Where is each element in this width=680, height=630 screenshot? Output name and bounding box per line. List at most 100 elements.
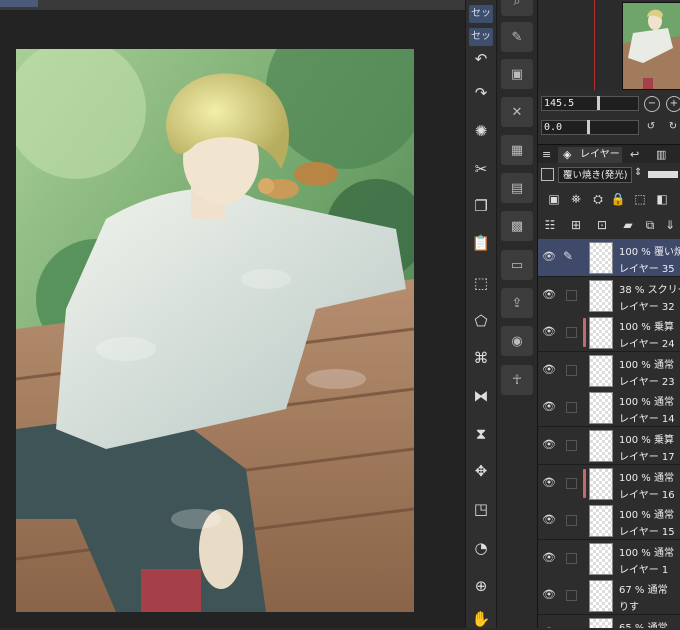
redo-icon[interactable]: ↷ xyxy=(470,82,492,104)
draft-icon[interactable]: ⛭ xyxy=(590,191,606,207)
visibility-eye-icon[interactable]: 👁 xyxy=(542,439,556,451)
lock-checkbox[interactable] xyxy=(566,365,577,376)
hand-icon[interactable]: ✋ xyxy=(470,608,492,630)
mask-icon[interactable]: ◧ xyxy=(654,191,670,207)
layer-name: レイヤー 23 xyxy=(619,377,675,388)
fill-icon[interactable]: ▩ xyxy=(501,211,533,241)
flip-vertical-icon[interactable]: ⧗ xyxy=(470,423,492,445)
layer-new-icon[interactable]: ▤ xyxy=(501,173,533,203)
clip-icon[interactable]: ▣ xyxy=(546,191,562,207)
lock-checkbox[interactable] xyxy=(566,590,577,601)
layer-properties-icon[interactable]: ☷ xyxy=(542,217,558,233)
visibility-eye-icon[interactable]: 👁 xyxy=(542,289,556,301)
layer-color-icon[interactable] xyxy=(541,168,554,181)
visibility-eye-icon[interactable]: 👁 xyxy=(542,589,556,601)
visibility-eye-icon[interactable]: 👁 xyxy=(542,477,556,489)
panel-menu-icon[interactable]: ≡ xyxy=(542,148,551,161)
visibility-eye-icon[interactable]: 👁 xyxy=(542,251,556,263)
new-folder-icon[interactable]: ▰ xyxy=(620,217,636,233)
new-vector-layer-icon[interactable]: ⊡ xyxy=(594,217,610,233)
layer-thumbnail xyxy=(589,242,613,274)
zoom-in-icon[interactable]: + xyxy=(666,96,680,112)
lock-checkbox[interactable] xyxy=(566,327,577,338)
lock-checkbox[interactable] xyxy=(566,478,577,489)
lock-checkbox[interactable] xyxy=(566,402,577,413)
blend-mode-select[interactable]: 覆い焼き(発光) xyxy=(558,167,632,183)
sub-tool-tab[interactable]: セッ xyxy=(469,5,493,23)
layer-row[interactable]: 👁 100 % 通常 レイヤー 14 xyxy=(538,389,680,427)
figure-icon[interactable]: ☥ xyxy=(501,365,533,395)
undo-icon[interactable]: ↶ xyxy=(470,48,492,70)
image-icon[interactable]: ▭ xyxy=(501,250,533,280)
visibility-eye-icon[interactable]: 👁 xyxy=(542,514,556,526)
visibility-eye-icon[interactable]: 👁 xyxy=(542,552,556,564)
lock-icon[interactable]: 🔒 xyxy=(610,191,626,207)
cut-icon[interactable]: ✂ xyxy=(470,158,492,180)
layer-row[interactable]: 👁 ✎ 100 % 覆い焼 レイヤー 35 xyxy=(538,239,680,277)
command-bar: ⌕ ✎ ▣ ✕ ▦ ▤ ▩ ▭ ⇪ ◉ ☥ xyxy=(496,0,537,628)
lock-alpha-icon[interactable]: ⬚ xyxy=(632,191,648,207)
rotate-right-icon[interactable]: ↻ xyxy=(666,120,680,134)
mesh-transform-icon[interactable]: ⌘ xyxy=(470,347,492,369)
document-tab-strip xyxy=(0,0,468,10)
new-raster-layer-icon[interactable]: ⊞ xyxy=(568,217,584,233)
tab-layers[interactable]: ◈ レイヤー xyxy=(558,147,622,163)
layer-mode: 100 % 覆い焼 xyxy=(619,247,680,258)
merge-layer-icon[interactable]: ⇓ xyxy=(662,217,678,233)
transform-icon[interactable]: ⬚ xyxy=(470,272,492,294)
lock-checkbox[interactable] xyxy=(566,553,577,564)
layer-row[interactable]: 👁 100 % 通常 レイヤー 15 xyxy=(538,502,680,540)
copy-icon[interactable]: ❐ xyxy=(470,195,492,217)
document-tab-2[interactable] xyxy=(40,0,98,7)
rotation-slider-handle[interactable] xyxy=(587,120,590,134)
materials-tab-icon[interactable]: ▥ xyxy=(656,148,666,161)
rotate-left-icon[interactable]: ↺ xyxy=(644,120,658,134)
lock-checkbox[interactable] xyxy=(566,290,577,301)
layer-row[interactable]: 👁 100 % 通常 レイヤー 16 xyxy=(538,465,680,503)
layer-row[interactable]: 👁 38 % スクリーレイヤー 32 xyxy=(538,277,680,315)
layer-name: レイヤー 14 xyxy=(619,414,675,425)
layer-thumbnail xyxy=(589,392,613,424)
camera-icon[interactable]: ◉ xyxy=(501,326,533,356)
history-tab-icon[interactable]: ↩ xyxy=(630,148,639,161)
layer-row[interactable]: 👁 100 % 通常 レイヤー 23 xyxy=(538,352,680,390)
grid-icon[interactable]: ▦ xyxy=(501,135,533,165)
edit-icon[interactable]: ✎ xyxy=(501,22,533,52)
layer-row[interactable]: 👁 67 % 通常 りす xyxy=(538,577,680,615)
flip-horizontal-icon[interactable]: ⧓ xyxy=(470,385,492,407)
zoom-field[interactable]: 145.5 xyxy=(541,96,639,111)
sub-tool-tab[interactable]: セッ xyxy=(469,28,493,46)
layer-row[interactable]: 👁 100 % 乗算 レイヤー 24 xyxy=(538,314,680,352)
search-icon[interactable]: ⌕ xyxy=(501,0,533,16)
navigator-preview[interactable] xyxy=(622,2,680,90)
artwork-canvas[interactable] xyxy=(16,49,414,612)
layer-thumbnail xyxy=(589,430,613,462)
visibility-eye-icon[interactable]: 👁 xyxy=(542,401,556,413)
layer-row[interactable]: 👁 100 % 通常 レイヤー 1 xyxy=(538,540,680,578)
layer-row[interactable]: 👁 100 % 乗算 レイヤー 17 xyxy=(538,427,680,465)
lock-checkbox[interactable] xyxy=(566,440,577,451)
zoom-icon[interactable]: ⊕ xyxy=(470,575,492,597)
loading-icon[interactable]: ✺ xyxy=(470,120,492,142)
move-icon[interactable]: ✥ xyxy=(470,460,492,482)
select-icon[interactable]: ◳ xyxy=(470,498,492,520)
rotation-field[interactable]: 0.0 xyxy=(541,120,639,135)
layer-row[interactable]: 👁65 % 通常 xyxy=(538,615,680,628)
export-icon[interactable]: ⇪ xyxy=(501,288,533,318)
zoom-slider-handle[interactable] xyxy=(597,96,600,110)
lock-checkbox[interactable] xyxy=(566,515,577,526)
duplicate-layer-icon[interactable]: ⧉ xyxy=(642,217,658,233)
document-tab-1[interactable] xyxy=(0,0,38,7)
zoom-out-icon[interactable]: − xyxy=(644,96,660,112)
paste-icon[interactable]: 📋 xyxy=(470,232,492,254)
visibility-eye-icon[interactable]: 👁 xyxy=(542,326,556,338)
opacity-bar[interactable] xyxy=(648,171,678,178)
canvas-area[interactable] xyxy=(0,10,465,628)
reference-icon[interactable]: ⛯ xyxy=(568,191,584,207)
visibility-eye-icon[interactable]: 👁 xyxy=(542,364,556,376)
free-transform-icon[interactable]: ⬠ xyxy=(470,310,492,332)
clear-icon[interactable]: ✕ xyxy=(501,97,533,127)
blend-mode-chevron-icon[interactable]: ⇕ xyxy=(634,167,642,178)
rotate-icon[interactable]: ◔ xyxy=(470,537,492,559)
save-icon[interactable]: ▣ xyxy=(501,59,533,89)
